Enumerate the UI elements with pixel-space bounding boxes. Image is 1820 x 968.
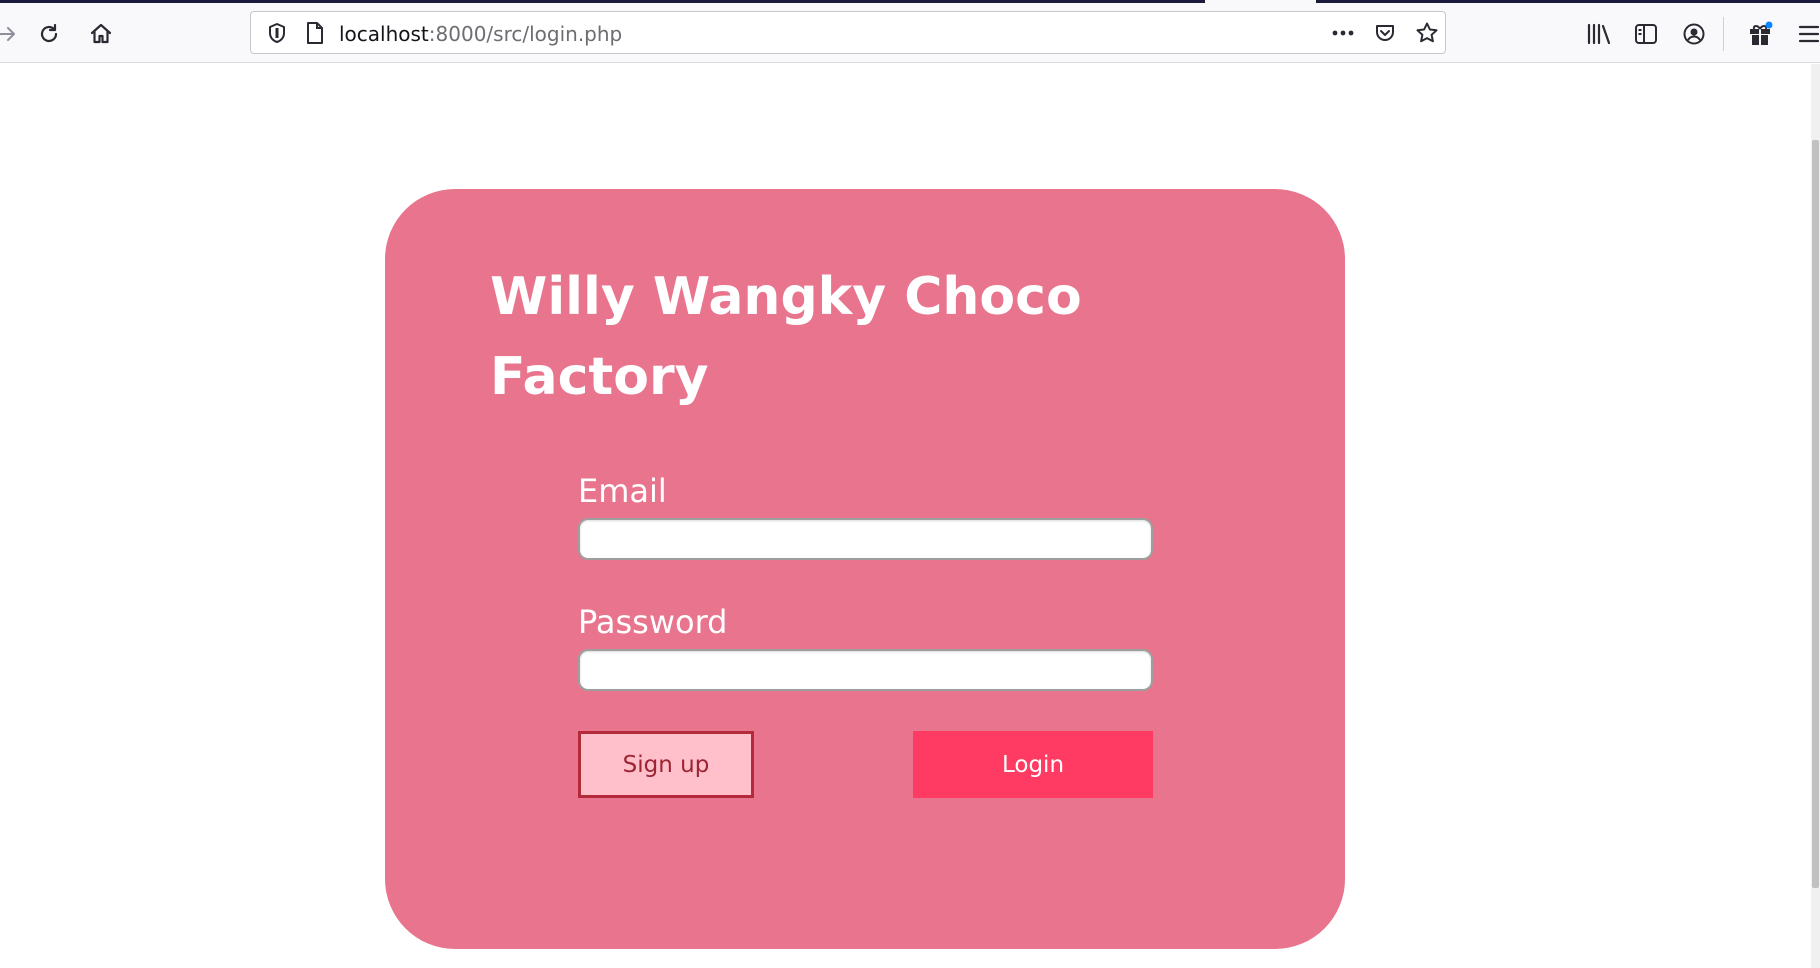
page-title: Willy Wangky Choco Factory [490, 267, 1082, 407]
email-label: Email [578, 472, 667, 510]
pocket-icon[interactable] [1373, 21, 1397, 45]
address-bar[interactable]: localhost:8000/src/login.php [250, 11, 1446, 54]
account-icon[interactable] [1681, 21, 1707, 47]
gift-extension-icon[interactable] [1748, 21, 1774, 47]
password-label: Password [578, 603, 728, 641]
reload-icon[interactable] [36, 21, 62, 47]
bookmark-star-icon[interactable] [1415, 21, 1439, 45]
signup-button[interactable]: Sign up [578, 731, 754, 798]
tracking-protection-shield-icon[interactable] [265, 21, 289, 45]
home-icon[interactable] [88, 21, 114, 47]
library-icon[interactable] [1586, 21, 1612, 47]
page-info-icon[interactable] [303, 21, 327, 45]
sidebar-icon[interactable] [1633, 21, 1659, 47]
url-text[interactable]: localhost:8000/src/login.php [339, 22, 622, 46]
page-scrollbar[interactable] [1811, 64, 1820, 968]
login-card: Willy Wangky Choco Factory Email Passwor… [385, 189, 1345, 949]
login-button-label: Login [1001, 751, 1065, 778]
forward-arrow-icon[interactable] [0, 21, 20, 47]
browser-window: localhost:8000/src/login.php Willy Wangk… [0, 0, 1820, 968]
url-host: localhost [339, 22, 429, 46]
url-path: :8000/src/login.php [428, 22, 623, 46]
email-field[interactable] [578, 518, 1153, 560]
login-button[interactable]: Login [913, 731, 1153, 798]
signup-button-label: Sign up [622, 751, 710, 778]
password-field[interactable] [578, 649, 1153, 691]
navigation-toolbar: localhost:8000/src/login.php [0, 3, 1820, 63]
more-actions-icon[interactable] [1331, 21, 1355, 45]
hamburger-menu-icon[interactable] [1796, 21, 1820, 47]
toolbar-separator [1723, 17, 1724, 51]
scrollbar-thumb[interactable] [1812, 140, 1819, 888]
